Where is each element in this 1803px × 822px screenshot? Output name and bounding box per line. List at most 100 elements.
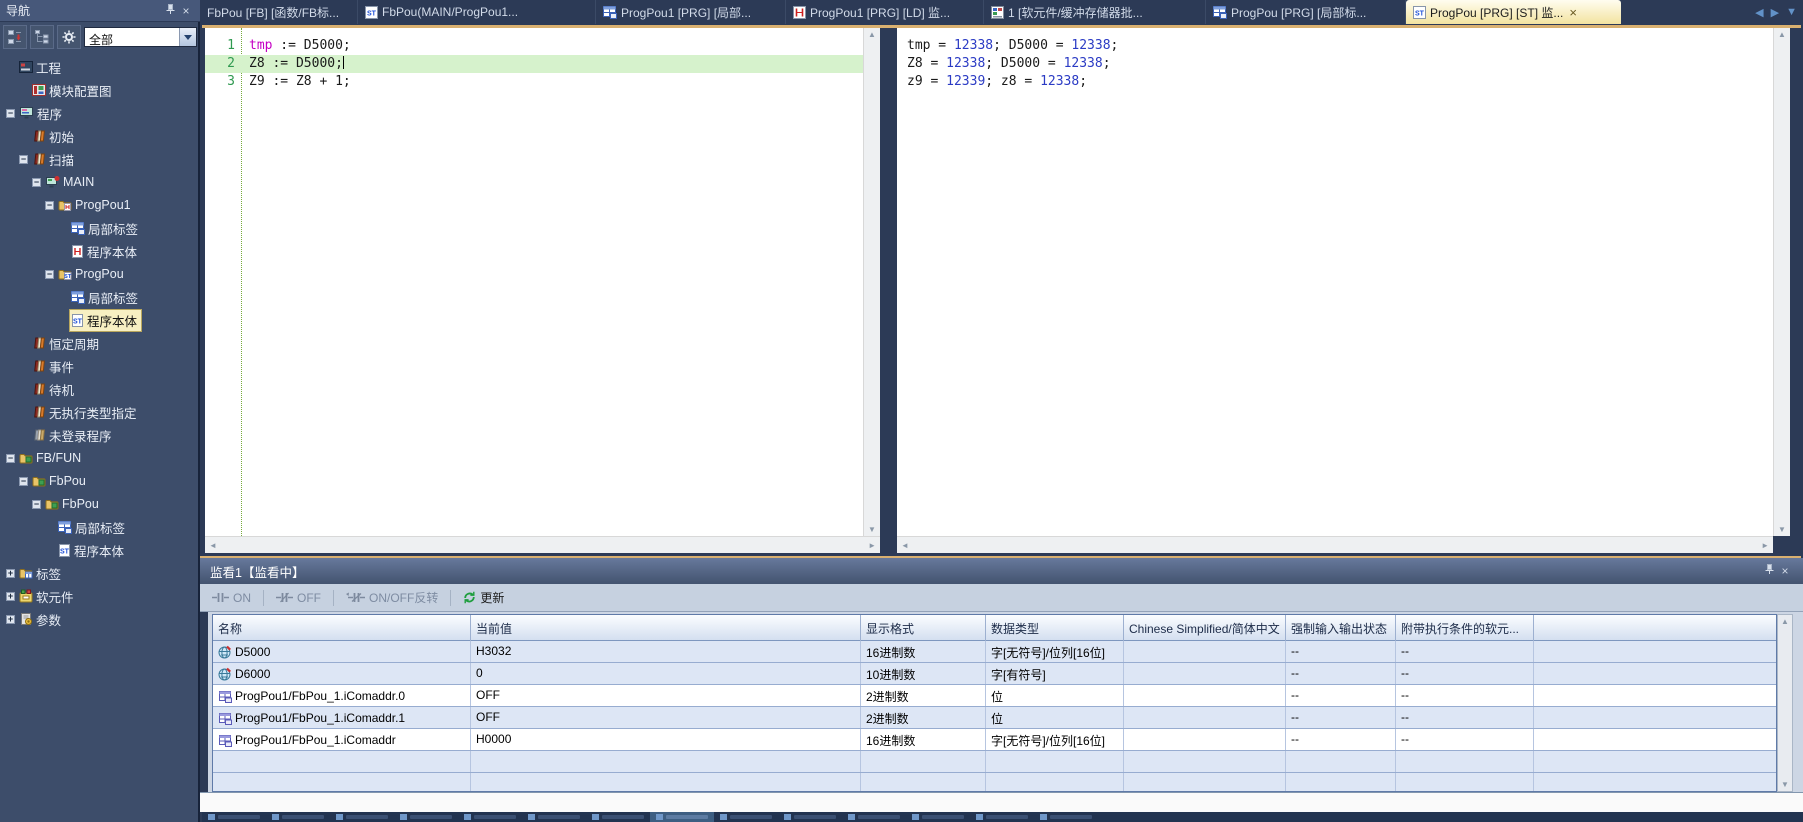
scroll-up-icon[interactable]: ▲: [1777, 615, 1793, 628]
scroll-down-icon[interactable]: ▼: [1777, 778, 1793, 791]
window-list-item-12[interactable]: [906, 812, 970, 822]
column-header-4[interactable]: 数据类型: [986, 615, 1124, 641]
tab-5[interactable]: 1 [软元件/缓冲存储器批...: [984, 0, 1206, 24]
window-list-item-7[interactable]: [586, 812, 650, 822]
collapse-icon[interactable]: −: [43, 270, 56, 279]
tree-item-3[interactable]: 初始: [0, 126, 200, 146]
collapse-icon[interactable]: −: [17, 155, 30, 164]
tree-item-5[interactable]: −MAIN: [0, 172, 200, 192]
code-line-1[interactable]: 1tmp := D5000;: [205, 37, 863, 55]
tree-filter-dropdown[interactable]: 全部: [84, 27, 197, 47]
tree-item-9[interactable]: −STProgPou: [0, 264, 200, 284]
tab-scroll-right-icon[interactable]: ▶: [1771, 6, 1779, 19]
gear-icon[interactable]: [57, 25, 81, 49]
watch-row-1[interactable]: D5000H303216进制数字[无符号]/位列[16位]----: [213, 641, 1776, 663]
monitor-horizontal-scrollbar[interactable]: ◄ ►: [897, 536, 1773, 553]
watch-row-5[interactable]: ProgPou1/FbPou_1.iComaddrH000016进制数字[无符号…: [213, 729, 1776, 751]
tab-7[interactable]: STProgPou [PRG] [ST] 监...×: [1406, 0, 1621, 24]
watch-row-2[interactable]: D6000010进制数字[有符号]----: [213, 663, 1776, 685]
tree-item-12[interactable]: 恒定周期: [0, 333, 200, 353]
window-list-item-11[interactable]: [842, 812, 906, 822]
watch-row-empty[interactable]: [213, 751, 1776, 773]
close-icon[interactable]: ×: [1569, 5, 1577, 20]
tab-list-dropdown-icon[interactable]: ▼: [1786, 6, 1797, 18]
scroll-left-icon[interactable]: ◄: [205, 539, 221, 552]
tree-item-1[interactable]: 模块配置图: [0, 80, 200, 100]
close-icon[interactable]: ×: [178, 4, 194, 18]
monitor-vertical-scrollbar[interactable]: ▲ ▼: [1773, 28, 1790, 536]
tab-3[interactable]: ProgPou1 [PRG] [局部...: [596, 0, 786, 24]
tree-item-7[interactable]: 局部标签: [0, 218, 200, 238]
collapse-icon[interactable]: −: [30, 500, 43, 509]
column-header-filler[interactable]: [1534, 615, 1777, 641]
tree-item-21[interactable]: ST程序本体: [0, 540, 200, 560]
tree-collapse-button[interactable]: [30, 25, 54, 49]
code-vertical-scrollbar[interactable]: ▲ ▼: [863, 28, 880, 536]
st-code-pane[interactable]: 1tmp := D5000;2Z8 := D5000;3Z9 := Z8 + 1…: [205, 28, 880, 536]
collapse-icon[interactable]: −: [30, 178, 43, 187]
watch-row-3[interactable]: ProgPou1/FbPou_1.iComaddr.0OFF2进制数位----: [213, 685, 1776, 707]
watch-vertical-scrollbar[interactable]: ▲ ▼: [1777, 614, 1793, 792]
tree-item-17[interactable]: −FB/FUN: [0, 448, 200, 468]
tree-item-11[interactable]: ST程序本体: [0, 310, 200, 330]
tree-item-4[interactable]: −扫描: [0, 149, 200, 169]
tree-item-18[interactable]: −FbPou: [0, 471, 200, 491]
tab-2[interactable]: STFbPou(MAIN/ProgPou1...: [358, 0, 596, 24]
column-header-7[interactable]: 附带执行条件的软元...: [1396, 615, 1534, 641]
collapse-icon[interactable]: −: [17, 477, 30, 486]
tree-item-20[interactable]: 局部标签: [0, 517, 200, 537]
collapse-icon[interactable]: −: [4, 109, 17, 118]
tree-item-24[interactable]: +参数: [0, 609, 200, 629]
tree-item-19[interactable]: −FbPou: [0, 494, 200, 514]
pin-icon[interactable]: [162, 4, 178, 18]
pin-icon[interactable]: [1761, 564, 1777, 578]
tree-item-10[interactable]: 局部标签: [0, 287, 200, 307]
tab-6[interactable]: ProgPou [PRG] [局部标...: [1206, 0, 1406, 24]
code-line-2[interactable]: 2Z8 := D5000;: [205, 55, 863, 73]
column-header-2[interactable]: 当前值: [471, 615, 861, 641]
tree-item-8[interactable]: 程序本体: [0, 241, 200, 261]
tree-item-16[interactable]: 未登录程序: [0, 425, 200, 445]
tree-item-14[interactable]: 待机: [0, 379, 200, 399]
watch-tool--[interactable]: 更新: [459, 587, 508, 608]
chevron-down-icon[interactable]: [179, 28, 196, 46]
scroll-left-icon[interactable]: ◄: [897, 539, 913, 552]
tree-item-23[interactable]: +软元件: [0, 586, 200, 606]
scroll-up-icon[interactable]: ▲: [1774, 28, 1790, 41]
window-list-item-3[interactable]: [330, 812, 394, 822]
expand-icon[interactable]: +: [4, 592, 17, 601]
window-list-item-2[interactable]: [266, 812, 330, 822]
tree-item-22[interactable]: +标签: [0, 563, 200, 583]
scroll-up-icon[interactable]: ▲: [864, 28, 880, 41]
watch-tool-off[interactable]: OFF: [272, 589, 325, 607]
window-list-item-13[interactable]: [970, 812, 1034, 822]
watch-tool-on[interactable]: ON: [208, 589, 255, 607]
window-list-item-9[interactable]: [714, 812, 778, 822]
window-list-item-1[interactable]: [202, 812, 266, 822]
code-line-3[interactable]: 3Z9 := Z8 + 1;: [205, 73, 863, 91]
tree-item-13[interactable]: 事件: [0, 356, 200, 376]
tree-item-2[interactable]: −程序: [0, 103, 200, 123]
tree-item-6[interactable]: −ProgPou1: [0, 195, 200, 215]
column-header-6[interactable]: 强制输入输出状态: [1286, 615, 1396, 641]
scroll-down-icon[interactable]: ▼: [864, 523, 880, 536]
window-list-item-14[interactable]: [1034, 812, 1098, 822]
expand-icon[interactable]: +: [4, 615, 17, 624]
collapse-icon[interactable]: −: [43, 201, 56, 210]
watch-row-4[interactable]: ProgPou1/FbPou_1.iComaddr.1OFF2进制数位----: [213, 707, 1776, 729]
tree-view-button[interactable]: [3, 25, 27, 49]
column-header-3[interactable]: 显示格式: [861, 615, 986, 641]
window-list-item-10[interactable]: [778, 812, 842, 822]
expand-icon[interactable]: +: [4, 569, 17, 578]
column-header-1[interactable]: 名称: [213, 615, 471, 641]
close-icon[interactable]: ×: [1777, 564, 1793, 578]
tab-scroll-left-icon[interactable]: ◀: [1755, 6, 1763, 19]
scroll-down-icon[interactable]: ▼: [1774, 523, 1790, 536]
scroll-right-icon[interactable]: ►: [864, 539, 880, 552]
window-list-item-5[interactable]: [458, 812, 522, 822]
window-list-item-8[interactable]: [650, 812, 714, 822]
code-horizontal-scrollbar[interactable]: ◄ ►: [205, 536, 880, 553]
column-header-5[interactable]: Chinese Simplified/简体中文: [1124, 615, 1286, 641]
tab-4[interactable]: ProgPou1 [PRG] [LD] 监...: [786, 0, 984, 24]
window-list-item-4[interactable]: [394, 812, 458, 822]
